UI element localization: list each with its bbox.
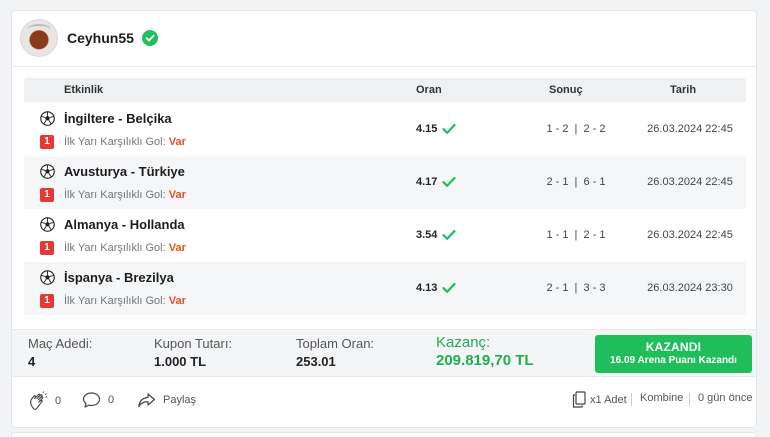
next-card bbox=[11, 432, 757, 437]
match-result: 2 - 1 | 3 - 3 bbox=[546, 282, 606, 294]
check-icon bbox=[442, 176, 457, 187]
winnings: Kazanç: 209.819,70 TL bbox=[436, 334, 534, 369]
table-row[interactable]: İngiltere - Belçika 1 İlk Yarı Karşılıkl… bbox=[24, 103, 746, 156]
verified-icon bbox=[141, 30, 158, 46]
time-ago: 0 gün önce bbox=[698, 392, 753, 404]
odd-value: 4.15 bbox=[416, 123, 457, 135]
odd-text: 4.13 bbox=[416, 282, 438, 294]
selection-badge: 1 bbox=[40, 294, 54, 308]
winnings-value: 209.819,70 TL bbox=[436, 352, 534, 369]
soccer-ball-icon bbox=[40, 270, 55, 285]
stake-label: Kupon Tutarı: bbox=[154, 336, 233, 351]
share-icon bbox=[138, 393, 156, 408]
username[interactable]: Ceyhun55 bbox=[67, 30, 134, 46]
market-label: İlk Yarı Karşılıklı Gol: bbox=[64, 242, 166, 254]
coupon-card: Ceyhun55 Etkinlik Oran Sonuç Tarih İngil… bbox=[11, 10, 757, 428]
won-status-subtitle: 16.09 Arena Puanı Kazandı bbox=[610, 355, 737, 366]
header-event: Etkinlik bbox=[64, 84, 104, 96]
coupon-type: Kombine bbox=[640, 392, 684, 404]
header-result: Sonuç bbox=[549, 84, 583, 96]
footer-divider bbox=[631, 393, 632, 406]
copy-icon bbox=[572, 391, 586, 408]
odd-text: 3.54 bbox=[416, 229, 438, 241]
clap-button[interactable]: 0 bbox=[28, 391, 61, 411]
total-odd-label: Toplam Oran: bbox=[296, 336, 375, 351]
selection-badge: 1 bbox=[40, 135, 54, 149]
table-header: Etkinlik Oran Sonuç Tarih bbox=[24, 78, 746, 102]
market-label: İlk Yarı Karşılıklı Gol: bbox=[64, 189, 166, 201]
user-row[interactable]: Ceyhun55 bbox=[20, 19, 158, 57]
header-divider bbox=[12, 66, 756, 67]
market-text: İlk Yarı Karşılıklı Gol: Var bbox=[64, 189, 186, 201]
match-count: Maç Adedi: 4 bbox=[28, 336, 92, 369]
market-label: İlk Yarı Karşılıklı Gol: bbox=[64, 295, 166, 307]
match-result: 2 - 1 | 6 - 1 bbox=[546, 176, 606, 188]
selection-badge: 1 bbox=[40, 188, 54, 202]
share-button[interactable]: Paylaş bbox=[137, 391, 196, 409]
total-odd: Toplam Oran: 253.01 bbox=[296, 336, 374, 369]
comment-button[interactable]: 0 bbox=[82, 391, 114, 409]
table-row[interactable]: Avusturya - Türkiye 1 İlk Yarı Karşılıkl… bbox=[24, 156, 746, 209]
check-icon bbox=[442, 282, 457, 293]
check-icon bbox=[442, 123, 457, 134]
market-pick: Var bbox=[168, 295, 186, 307]
match-name[interactable]: İngiltere - Belçika bbox=[64, 111, 172, 126]
match-count-label: Maç Adedi: bbox=[28, 336, 93, 351]
market-pick: Var bbox=[168, 189, 186, 201]
odd-value: 3.54 bbox=[416, 229, 457, 241]
comment-count: 0 bbox=[108, 394, 115, 406]
match-name[interactable]: Avusturya - Türkiye bbox=[64, 164, 185, 179]
match-result: 1 - 2 | 2 - 2 bbox=[546, 123, 606, 135]
match-date: 26.03.2024 22:45 bbox=[647, 176, 733, 188]
soccer-ball-icon bbox=[40, 217, 55, 232]
soccer-ball-icon bbox=[40, 164, 55, 179]
match-date: 26.03.2024 23:30 bbox=[647, 282, 733, 294]
odd-text: 4.17 bbox=[416, 176, 438, 188]
total-odd-value: 253.01 bbox=[296, 354, 336, 369]
match-name[interactable]: İspanya - Brezilya bbox=[64, 270, 174, 285]
clap-icon bbox=[30, 391, 47, 410]
odd-value: 4.13 bbox=[416, 282, 457, 294]
card-footer: 0 0 Paylaş x1 Adet Kombine 0 gün önce bbox=[12, 383, 756, 417]
market-pick: Var bbox=[168, 136, 186, 148]
table-row[interactable]: İspanya - Brezilya 1 İlk Yarı Karşılıklı… bbox=[24, 262, 746, 315]
match-date: 26.03.2024 22:45 bbox=[647, 229, 733, 241]
coupon-summary: Maç Adedi: 4 Kupon Tutarı: 1.000 TL Topl… bbox=[12, 329, 756, 377]
clap-count: 0 bbox=[55, 395, 62, 407]
header-odd: Oran bbox=[416, 84, 442, 96]
events-table: Etkinlik Oran Sonuç Tarih İngiltere - Be… bbox=[24, 78, 746, 316]
comment-icon bbox=[82, 392, 101, 408]
footer-divider bbox=[689, 393, 690, 406]
market-label: İlk Yarı Karşılıklı Gol: bbox=[64, 136, 166, 148]
match-date: 26.03.2024 22:45 bbox=[647, 123, 733, 135]
stake: Kupon Tutarı: 1.000 TL bbox=[154, 336, 232, 369]
market-text: İlk Yarı Karşılıklı Gol: Var bbox=[64, 295, 186, 307]
match-count-value: 4 bbox=[28, 354, 36, 369]
share-label: Paylaş bbox=[163, 394, 197, 406]
won-status-title: KAZANDI bbox=[645, 340, 702, 354]
copy-count: x1 Adet bbox=[590, 393, 627, 406]
odd-text: 4.15 bbox=[416, 123, 438, 135]
table-row[interactable]: Almanya - Hollanda 1 İlk Yarı Karşılıklı… bbox=[24, 209, 746, 262]
odd-value: 4.17 bbox=[416, 176, 457, 188]
stake-value: 1.000 TL bbox=[154, 354, 207, 369]
avatar[interactable] bbox=[20, 19, 58, 57]
match-result: 1 - 1 | 2 - 1 bbox=[546, 229, 606, 241]
header-date: Tarih bbox=[670, 84, 697, 96]
match-name[interactable]: Almanya - Hollanda bbox=[64, 217, 185, 232]
won-status-button[interactable]: KAZANDI 16.09 Arena Puanı Kazandı bbox=[595, 335, 752, 373]
market-text: İlk Yarı Karşılıklı Gol: Var bbox=[64, 242, 186, 254]
selection-badge: 1 bbox=[40, 241, 54, 255]
check-icon bbox=[442, 229, 457, 240]
winnings-label: Kazanç: bbox=[436, 334, 491, 351]
copy-coupon-button[interactable]: x1 Adet bbox=[572, 391, 627, 408]
market-text: İlk Yarı Karşılıklı Gol: Var bbox=[64, 136, 186, 148]
market-pick: Var bbox=[168, 242, 186, 254]
soccer-ball-icon bbox=[40, 111, 55, 126]
